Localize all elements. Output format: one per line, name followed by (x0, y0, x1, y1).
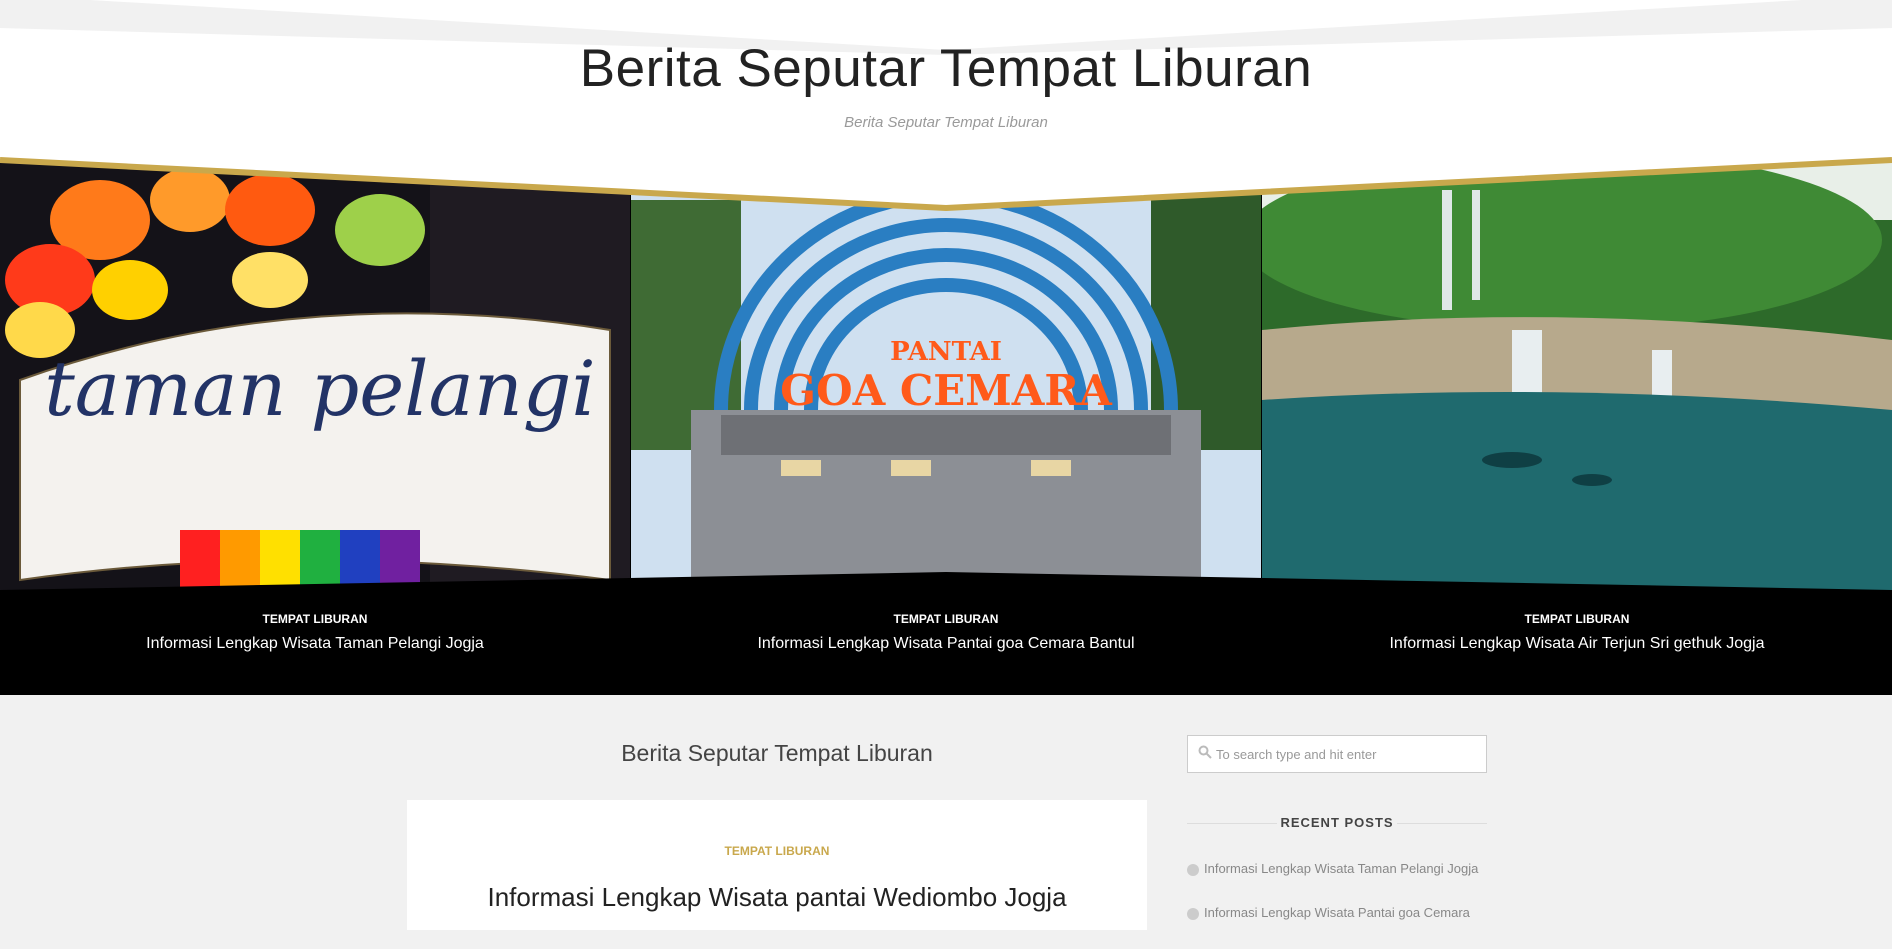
recent-post-link[interactable]: Informasi Lengkap Wisata Pantai goa Cema… (1204, 905, 1470, 920)
site-title[interactable]: Berita Seputar Tempat Liburan (0, 38, 1892, 99)
recent-post-link[interactable]: Informasi Lengkap Wisata Taman Pelangi J… (1204, 861, 1478, 876)
slide-image[interactable]: PANTAI GOA CEMARA (631, 160, 1261, 590)
slide-sri-gethuk[interactable]: TEMPAT LIBURAN Informasi Lengkap Wisata … (1262, 160, 1892, 695)
bullet-icon (1187, 908, 1199, 920)
bullet-icon (1187, 864, 1199, 876)
slide-image[interactable]: taman pelangi (0, 160, 630, 590)
slide-title[interactable]: Informasi Lengkap Wisata Air Terjun Sri … (1262, 635, 1892, 653)
post-category[interactable]: TEMPAT LIBURAN (407, 844, 1147, 858)
slide-title[interactable]: Informasi Lengkap Wisata Pantai goa Cema… (631, 635, 1261, 653)
search-input[interactable] (1214, 740, 1478, 768)
slide-taman-pelangi[interactable]: taman pelangi TEMPAT LIBURAN Informasi L… (0, 160, 630, 695)
slide-title[interactable]: Informasi Lengkap Wisata Taman Pelangi J… (0, 635, 630, 653)
list-item: Informasi Lengkap Wisata Taman Pelangi J… (1187, 861, 1487, 905)
search-icon (1198, 745, 1212, 759)
section-title: Berita Seputar Tempat Liburan (621, 740, 933, 766)
slide-category[interactable]: TEMPAT LIBURAN (1262, 612, 1892, 626)
post-card: TEMPAT LIBURAN Informasi Lengkap Wisata … (407, 800, 1147, 930)
slide-image-text: taman pelangi (44, 344, 595, 433)
post-title[interactable]: Informasi Lengkap Wisata pantai Wediombo… (407, 882, 1147, 913)
slide-image-text-top: PANTAI (890, 337, 1002, 367)
recent-posts-list: Informasi Lengkap Wisata Taman Pelangi J… (1187, 861, 1487, 949)
featured-slider: taman pelangi TEMPAT LIBURAN Informasi L… (0, 160, 1892, 695)
slide-image[interactable] (1262, 160, 1892, 590)
slide-category[interactable]: TEMPAT LIBURAN (631, 612, 1261, 626)
site-tagline: Berita Seputar Tempat Liburan (844, 114, 1048, 131)
widget-divider (1397, 823, 1487, 824)
slide-category[interactable]: TEMPAT LIBURAN (0, 612, 630, 626)
list-item: Informasi Lengkap Wisata Pantai goa Cema… (1187, 905, 1487, 949)
lantern-image: taman pelangi (0, 160, 630, 590)
slider-bottom-deco (0, 572, 1892, 595)
slide-image-text-main: GOA CEMARA (780, 366, 1113, 415)
slide-goa-cemara[interactable]: PANTAI GOA CEMARA TEMPAT LIBURAN Informa… (631, 160, 1261, 695)
search-box (1187, 735, 1487, 773)
beach-gate-image: PANTAI GOA CEMARA (631, 160, 1261, 590)
waterfall-image (1262, 160, 1892, 590)
